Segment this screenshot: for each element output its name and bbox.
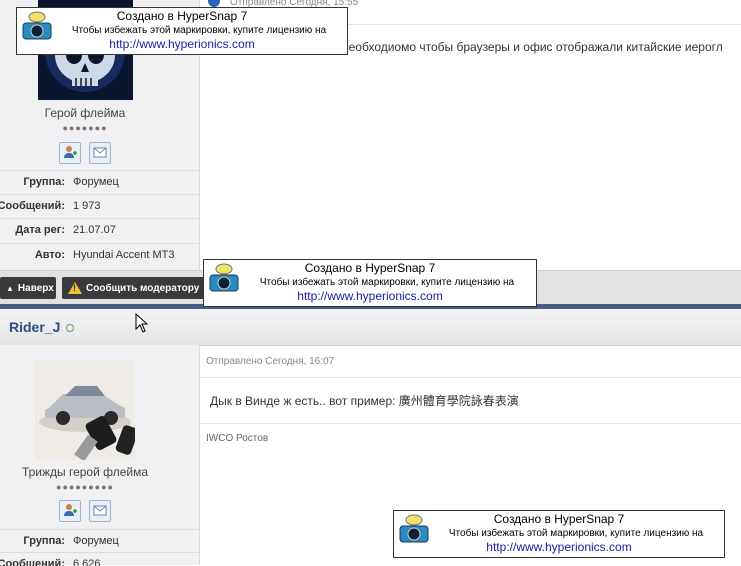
arrow-up-icon: ▲ <box>6 283 14 293</box>
post1-add-friend-button[interactable] <box>59 142 81 164</box>
hypersnap-watermark-2: Создано в HyperSnap 7 Чтобы избежать это… <box>203 259 537 307</box>
post2-rank: Трижды герой флейма <box>21 465 149 479</box>
user-add-icon <box>63 145 77 162</box>
post2-send-message-button[interactable] <box>89 500 111 522</box>
user-add-icon <box>63 503 77 520</box>
post2-info-group: Группа: Форумец <box>0 529 199 552</box>
post2-add-friend-button[interactable] <box>59 500 81 522</box>
post1-rank-pips: ●●●●●●● <box>62 123 108 133</box>
post2-header-bar <box>0 309 741 346</box>
post2-avatar[interactable] <box>35 360 135 460</box>
post2-signature: IWCO Ростов <box>206 433 269 444</box>
post2-text: Дык в Винде ж есть.. вот пример: 廣州體育學院詠… <box>210 394 519 408</box>
post1-info-posts: Сообщений: 1 973 <box>0 194 199 217</box>
envelope-icon <box>93 145 107 162</box>
post1-text: необходиомо чтобы браузеры и офис отобра… <box>342 40 723 54</box>
hypersnap-watermark: Создано в HyperSnap 7 Чтобы избежать это… <box>16 7 348 55</box>
post1-info-reg-date: Дата рег: 21.07.07 <box>0 218 199 241</box>
post1-rank: Герой флейма <box>44 106 126 120</box>
envelope-icon <box>93 503 107 520</box>
hypersnap-watermark-3: Создано в HyperSnap 7 Чтобы избежать это… <box>393 510 725 558</box>
column-divider-2 <box>199 345 200 565</box>
post2-username[interactable]: Rider_J <box>9 319 60 335</box>
mouse-cursor-icon <box>135 312 149 336</box>
post2-signature-divider <box>200 423 741 424</box>
warning-icon <box>68 282 82 294</box>
post2-header-divider <box>200 377 741 378</box>
post1-info-car: Авто: Hyundai Accent MT3 <box>0 243 199 266</box>
back-to-top-button[interactable]: ▲ Наверх <box>0 277 56 299</box>
online-status-icon <box>66 324 74 332</box>
post2-rank-pips: ●●●●●●●●● <box>56 482 114 492</box>
post2-header: Отправлено Сегодня, 16:07 <box>206 356 335 367</box>
report-to-moderator-button[interactable]: Сообщить модератору <box>62 277 206 299</box>
post1-send-message-button[interactable] <box>89 142 111 164</box>
post1-info-group: Группа: Форумец <box>0 170 199 193</box>
post2-info-posts: Сообщений: 6 626 <box>0 552 199 566</box>
